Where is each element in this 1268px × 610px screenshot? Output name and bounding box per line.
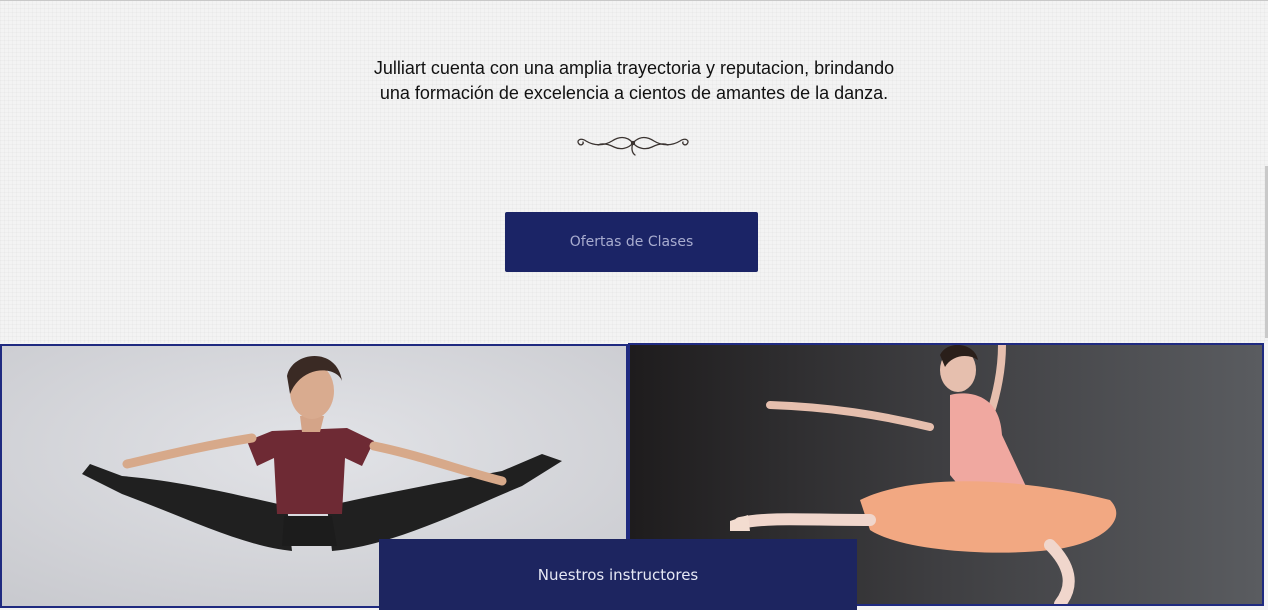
instructors-button[interactable]: Nuestros instructores	[379, 539, 857, 610]
intro-line-1: Julliart cuenta con una amplia trayector…	[373, 58, 895, 78]
flourish-divider-icon	[574, 131, 692, 159]
class-offers-button[interactable]: Ofertas de Clases	[505, 212, 758, 272]
patterned-background	[0, 1, 1268, 343]
intro-line-2: una formación de excelencia a cientos de…	[379, 83, 889, 103]
intro-text: Julliart cuenta con una amplia trayector…	[334, 56, 934, 106]
